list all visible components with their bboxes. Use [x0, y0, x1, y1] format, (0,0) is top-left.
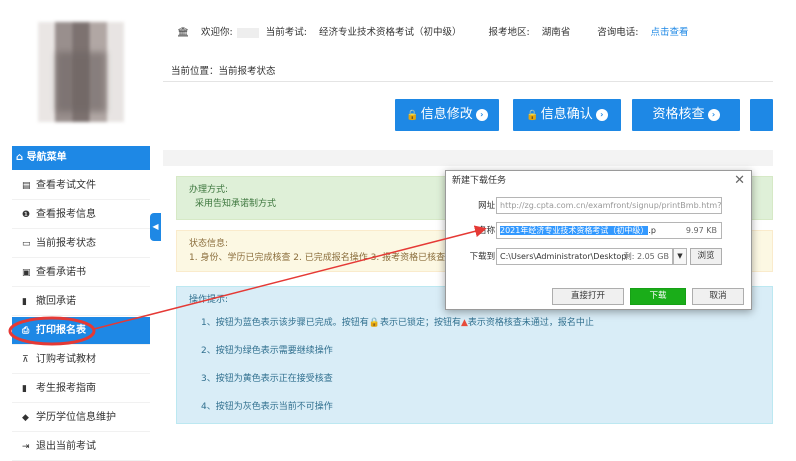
- sidebar-item-guide[interactable]: ▮ 考生报考指南: [12, 375, 150, 403]
- chevron-down-icon[interactable]: ▼: [673, 248, 687, 265]
- sidebar-item-exam-files[interactable]: ▤ 查看考试文件: [12, 172, 150, 200]
- tip-4: 4、按钮为灰色表示当前不可操作: [201, 402, 333, 412]
- info-confirm-button[interactable]: 🔒 信息确认 ›: [513, 99, 621, 131]
- avatar: [38, 22, 124, 122]
- tip-3: 3、按钮为黄色表示正在接受核查: [201, 374, 333, 384]
- next-step-button-partial[interactable]: [750, 99, 773, 131]
- bank-icon: 🏛: [177, 27, 190, 38]
- action-buttons: 🔒 信息修改 › 🔒 信息确认 › 资格核查 ›: [163, 88, 773, 148]
- url-field[interactable]: http://zg.cpta.com.cn/examfront/signup/p…: [496, 197, 722, 214]
- url-row: 网址: http://zg.cpta.com.cn/examfront/sign…: [446, 197, 753, 215]
- info-icon: ❶: [22, 210, 31, 220]
- nav-menu-header: ⌂ 导航菜单: [12, 146, 150, 170]
- name-row: 名称: 2021年经济专业技术资格考试（初中级）.p 9.97 KB: [446, 222, 753, 240]
- id-card-icon: ▣: [22, 268, 31, 278]
- dialog-title: 新建下载任务: [446, 171, 751, 191]
- sidebar-item-registration-info[interactable]: ❶ 查看报考信息: [12, 201, 150, 229]
- sidebar-item-degree-info[interactable]: ◆ 学历学位信息维护: [12, 404, 150, 432]
- cart-icon: ⊼: [22, 355, 29, 365]
- lock-icon: 🔒: [368, 318, 380, 328]
- tip-2: 2、按钮为绿色表示需要继续操作: [201, 346, 333, 356]
- destination-field[interactable]: C:\Users\Administrator\Desktop 剩: 2.05 GB: [496, 248, 673, 265]
- chevron-right-icon: ›: [475, 108, 488, 121]
- lock-icon: 🔒: [406, 110, 419, 121]
- info-edit-button[interactable]: 🔒 信息修改 ›: [395, 99, 499, 131]
- sidebar-item-exit-exam[interactable]: ⇥ 退出当前考试: [12, 433, 150, 461]
- sidebar-collapse-toggle[interactable]: ◀: [150, 213, 161, 241]
- book-icon: ▮: [22, 297, 27, 307]
- top-info-bar: 🏛 欢迎你: 当前考试: 经济专业技术资格考试（初中级） 报考地区: 湖南省 咨询电话…: [163, 12, 773, 54]
- qualification-check-button[interactable]: 资格核查 ›: [632, 99, 740, 131]
- exit-icon: ⇥: [22, 442, 30, 452]
- download-button[interactable]: 下载: [630, 288, 686, 305]
- destination-row: 下载到: C:\Users\Administrator\Desktop 剩: 2.…: [446, 248, 753, 266]
- lock-icon: 🔒: [526, 110, 539, 121]
- print-icon: ⎙: [22, 326, 30, 336]
- browse-button[interactable]: 浏览: [690, 248, 722, 265]
- chevron-right-icon: ›: [707, 108, 720, 121]
- guide-icon: ▮: [22, 384, 27, 394]
- sidebar-item-registration-status[interactable]: ▭ 当前报考状态: [12, 230, 150, 258]
- sidebar-item-withdraw-commitment[interactable]: ▮ 撤回承诺: [12, 288, 150, 316]
- phone-link[interactable]: 点击查看: [650, 12, 688, 54]
- close-icon[interactable]: ✕: [734, 173, 745, 189]
- graduation-cap-icon: ◆: [22, 413, 29, 423]
- cancel-button[interactable]: 取消: [692, 288, 744, 305]
- home-icon: ⌂: [16, 152, 24, 163]
- sidebar-item-commitment[interactable]: ▣ 查看承诺书: [12, 259, 150, 287]
- monitor-icon: ▭: [22, 239, 31, 249]
- sidebar-item-order-textbooks[interactable]: ⊼ 订购考试教材: [12, 346, 150, 374]
- sidebar: ⌂ 导航菜单 ▤ 查看考试文件 ❶ 查看报考信息 ▭ 当前报考状态 ▣ 查看承诺书 ▮ 撤…: [0, 0, 150, 461]
- sidebar-item-print-form[interactable]: ⎙ 打印报名表: [12, 317, 150, 345]
- breadcrumb: 当前位置：当前报考状态: [163, 62, 773, 82]
- tip-1: 1、按钮为蓝色表示该步骤已完成。按钮有🔒表示已锁定；按钮有▲表示资格核查未通过，…: [201, 318, 594, 328]
- region: 报考地区: 湖南省: [488, 27, 571, 38]
- file-icon: ▤: [22, 181, 31, 191]
- user-name-blurred: [236, 27, 259, 38]
- current-exam: 当前考试: 经济专业技术资格考试（初中级）: [265, 27, 462, 38]
- download-dialog: 新建下载任务 ✕ 网址: http://zg.cpta.com.cn/examf…: [445, 170, 752, 310]
- warning-icon: ▲: [460, 318, 468, 328]
- phone: 咨询电话: 点击查看: [597, 12, 700, 54]
- chevron-right-icon: ›: [595, 108, 608, 121]
- chevron-left-icon: ◀: [152, 222, 159, 231]
- open-directly-button[interactable]: 直接打开: [552, 288, 624, 305]
- divider-strip: [163, 150, 773, 166]
- filename-field[interactable]: 2021年经济专业技术资格考试（初中级）.p 9.97 KB: [496, 222, 722, 239]
